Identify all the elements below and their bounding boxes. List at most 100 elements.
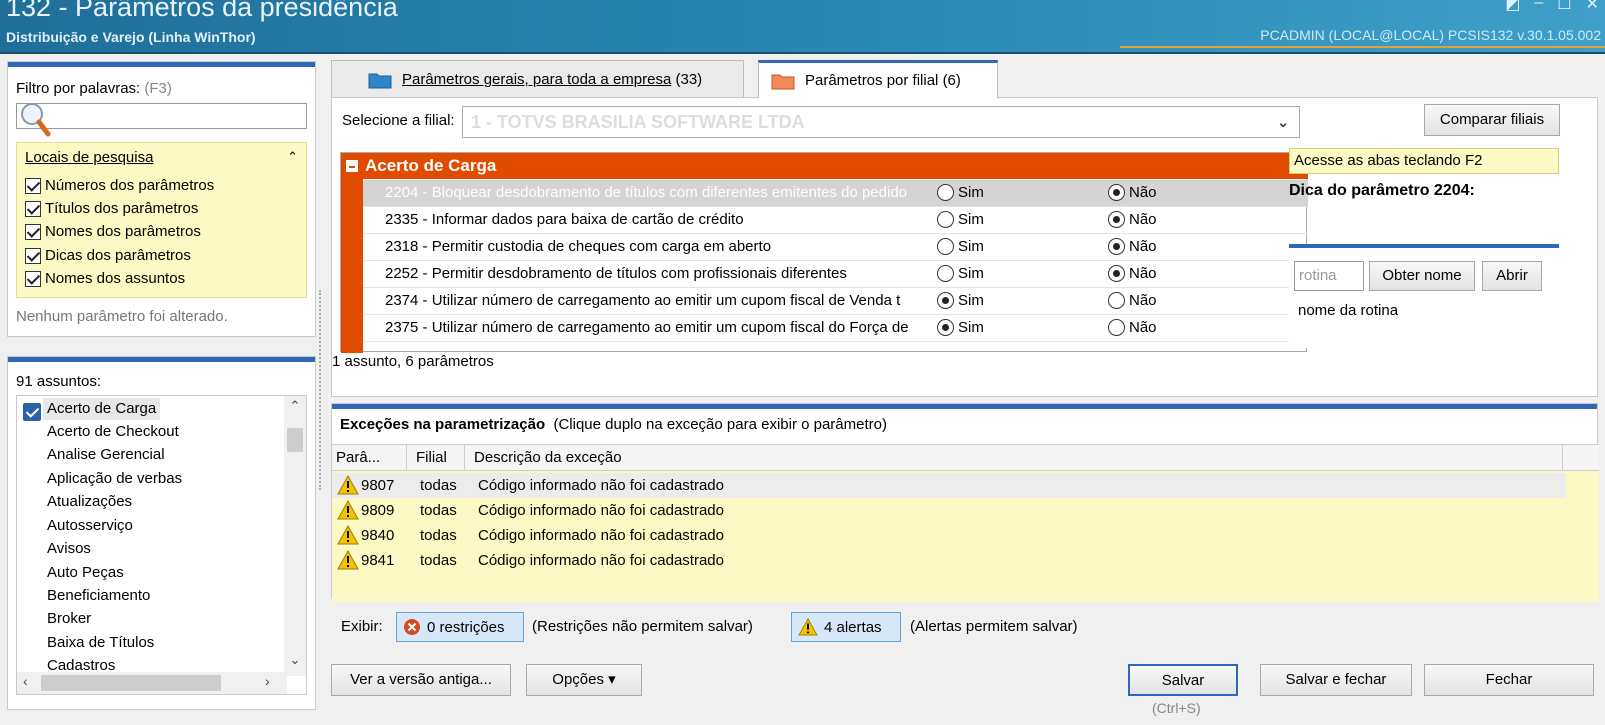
option-numbers[interactable]: Números dos parâmetros bbox=[25, 177, 214, 194]
radio-nao[interactable]: Não bbox=[1108, 238, 1157, 255]
list-item[interactable]: Autosserviço bbox=[47, 515, 133, 537]
radio-nao[interactable]: Não bbox=[1108, 184, 1157, 201]
checkbox[interactable] bbox=[25, 270, 41, 287]
exceptions-panel: Exceções na parametrização (Clique duplo… bbox=[331, 403, 1599, 602]
radio-nao[interactable]: Não bbox=[1108, 211, 1157, 228]
list-item[interactable]: Aplicação de verbas bbox=[47, 468, 182, 490]
window-title: 132 - Parâmetros da presidência bbox=[6, 0, 398, 22]
get-name-button[interactable]: Obter nome bbox=[1369, 261, 1475, 291]
param-row[interactable]: 2335 - Informar dados para baixa de cart… bbox=[363, 207, 1308, 234]
close-button[interactable]: Fechar bbox=[1424, 664, 1594, 696]
checkbox[interactable] bbox=[25, 177, 41, 194]
option-names[interactable]: Nomes dos parâmetros bbox=[25, 223, 201, 240]
chevron-down-icon[interactable]: ⌄ bbox=[1277, 107, 1289, 137]
window-subtitle: Distribuição e Varejo (Linha WinThor) bbox=[6, 29, 256, 45]
list-item[interactable]: Acerto de Checkout bbox=[47, 421, 179, 443]
radio-sim[interactable]: Sim bbox=[937, 292, 984, 309]
filter-panel: Filtro por palavras: (F3) Locais de pesq… bbox=[7, 61, 316, 337]
search-locations-header[interactable]: Locais de pesquisa bbox=[25, 149, 153, 166]
routine-lookup: rotina Obter nome Abrir nome da rotina bbox=[1289, 244, 1559, 348]
tab-general[interactable]: Parâmetros gerais, para toda a empresa (… bbox=[331, 60, 744, 98]
radio-sim[interactable]: Sim bbox=[937, 184, 984, 201]
scroll-thumb[interactable] bbox=[41, 675, 221, 691]
list-item[interactable]: Analise Gerencial bbox=[47, 444, 165, 466]
horizontal-scrollbar[interactable]: ‹ › bbox=[17, 672, 287, 694]
scroll-up-icon[interactable]: ⌃ bbox=[284, 398, 306, 414]
search-icon bbox=[21, 103, 51, 137]
param-row[interactable]: 2204 - Bloquear desdobramento de títulos… bbox=[363, 180, 1308, 207]
error-icon bbox=[404, 619, 420, 635]
exceptions-header: Exceções na parametrização (Clique duplo… bbox=[340, 416, 887, 433]
scroll-left-icon[interactable]: ‹ bbox=[23, 673, 28, 689]
warning-icon bbox=[337, 525, 359, 545]
tip-title: Dica do parâmetro 2204: bbox=[1289, 182, 1475, 199]
scroll-down-icon[interactable]: ⌄ bbox=[284, 652, 306, 668]
table-row[interactable]: 9841 todas Código informado não foi cadast… bbox=[332, 548, 1566, 573]
radio-sim[interactable]: Sim bbox=[937, 265, 984, 282]
vertical-splitter[interactable] bbox=[317, 290, 325, 490]
list-item[interactable]: Atualizações bbox=[47, 491, 132, 513]
option-titles[interactable]: Títulos dos parâmetros bbox=[25, 200, 198, 217]
exceptions-table-header: Parâ... Filial Descrição da exceção bbox=[332, 445, 1599, 471]
list-item[interactable]: Avisos bbox=[47, 538, 91, 560]
checkbox[interactable] bbox=[25, 200, 41, 217]
old-version-button[interactable]: Ver a versão antiga... bbox=[331, 664, 511, 696]
radio-sim[interactable]: Sim bbox=[937, 211, 984, 228]
rotina-input[interactable]: rotina bbox=[1294, 261, 1364, 291]
table-row[interactable]: 9807 todas Código informado não foi cadast… bbox=[332, 473, 1566, 498]
radio-sim[interactable]: Sim bbox=[937, 319, 984, 336]
maximize-icon[interactable]: ☐ bbox=[1557, 0, 1571, 14]
scroll-thumb[interactable] bbox=[287, 428, 303, 452]
option-subjects[interactable]: Nomes dos assuntos bbox=[25, 270, 185, 287]
save-button[interactable]: Salvar bbox=[1128, 664, 1238, 696]
table-row[interactable]: 9840 todas Código informado não foi cadast… bbox=[332, 523, 1566, 548]
restrictions-toggle[interactable]: 0 restrições bbox=[396, 612, 524, 642]
subjects-label: 91 assuntos: bbox=[16, 373, 102, 390]
list-item[interactable]: Broker bbox=[47, 608, 91, 630]
options-button[interactable]: Opções ▾ bbox=[526, 664, 642, 696]
filial-select[interactable]: 1 - TOTVS BRASILIA SOFTWARE LTDA ⌄ bbox=[462, 106, 1300, 138]
save-close-button[interactable]: Salvar e fechar bbox=[1260, 664, 1412, 696]
open-button[interactable]: Abrir bbox=[1482, 261, 1542, 291]
title-accent-line bbox=[1120, 46, 1605, 48]
radio-nao[interactable]: Não bbox=[1108, 265, 1157, 282]
checkbox[interactable] bbox=[25, 247, 41, 264]
tab-branch[interactable]: Parâmetros por filial (6) bbox=[758, 60, 998, 98]
subject-check-icon[interactable] bbox=[23, 403, 41, 421]
param-row[interactable]: 2318 - Permitir custodia de cheques com … bbox=[363, 234, 1308, 261]
alerts-toggle[interactable]: 4 alertas bbox=[791, 612, 901, 642]
filter-search-input[interactable] bbox=[16, 103, 307, 129]
restore-icon[interactable]: ◩ bbox=[1505, 0, 1520, 14]
list-item[interactable]: Baixa de Títulos bbox=[47, 632, 154, 654]
collapse-icon[interactable]: ⌃ bbox=[287, 149, 298, 165]
category-header[interactable]: Acerto de Carga bbox=[341, 153, 1308, 179]
search-locations-box: Locais de pesquisa ⌃ Números dos parâmet… bbox=[16, 142, 307, 298]
scroll-right-icon[interactable]: › bbox=[265, 673, 270, 689]
list-item[interactable]: Beneficiamento bbox=[47, 585, 150, 607]
param-row[interactable]: 2252 - Permitir desdobramento de títulos… bbox=[363, 261, 1308, 288]
table-row[interactable]: 9809 todas Código informado não foi cadast… bbox=[332, 498, 1566, 523]
close-icon[interactable]: ✕ bbox=[1586, 0, 1599, 14]
warning-icon bbox=[337, 550, 359, 570]
alerts-note: (Alertas permitem salvar) bbox=[910, 618, 1078, 635]
radio-nao[interactable]: Não bbox=[1108, 292, 1157, 309]
title-divider bbox=[0, 52, 1605, 54]
subjects-list[interactable]: Acerto de Carga Acerto de Checkout Anali… bbox=[16, 395, 307, 695]
radio-nao[interactable]: Não bbox=[1108, 319, 1157, 336]
collapse-icon[interactable] bbox=[346, 160, 358, 172]
minimize-icon[interactable]: – bbox=[1534, 0, 1543, 14]
compare-branches-button[interactable]: Comparar filiais bbox=[1424, 104, 1560, 136]
option-tips[interactable]: Dicas dos parâmetros bbox=[25, 247, 191, 264]
checkbox[interactable] bbox=[25, 223, 41, 240]
filter-bar: Exibir: 0 restrições (Restrições não per… bbox=[331, 606, 1598, 650]
vertical-scrollbar[interactable]: ⌃ ⌄ bbox=[284, 396, 306, 676]
warning-icon bbox=[337, 500, 359, 520]
radio-sim[interactable]: Sim bbox=[937, 238, 984, 255]
list-item[interactable]: Auto Peças bbox=[47, 562, 124, 584]
param-row[interactable]: 2375 - Utilizar número de carregamento a… bbox=[363, 315, 1308, 342]
parameters-count: 1 assunto, 6 parâmetros bbox=[332, 353, 494, 370]
param-row[interactable]: 2374 - Utilizar número de carregamento a… bbox=[363, 288, 1308, 315]
list-item[interactable]: Acerto de Carga bbox=[43, 398, 161, 420]
folder-icon bbox=[771, 74, 795, 89]
access-tip: Acesse as abas teclando F2 bbox=[1289, 148, 1559, 174]
